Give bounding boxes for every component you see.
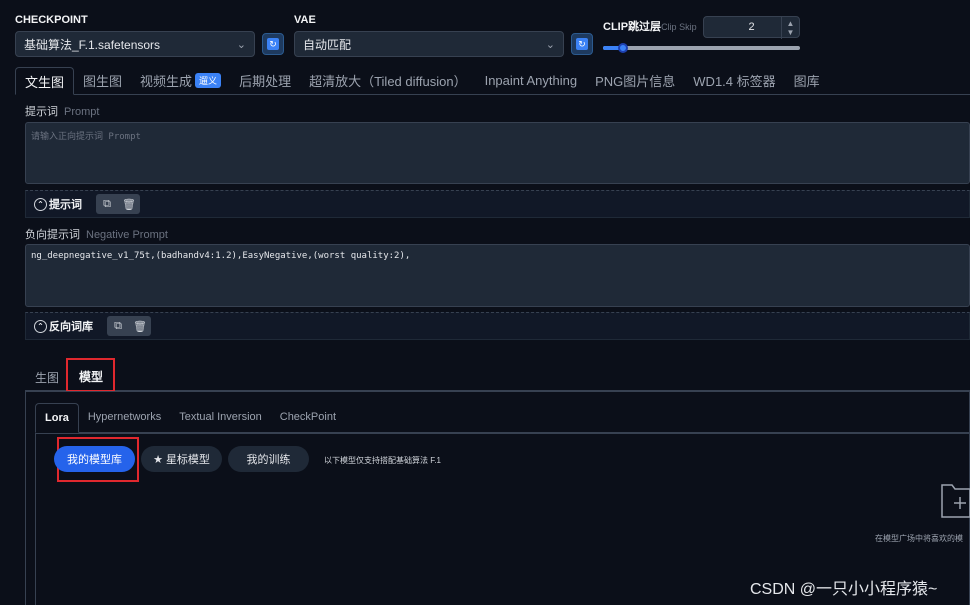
chevron-up-icon[interactable]: ▲ — [787, 19, 795, 28]
button-label: 星标模型 — [165, 454, 210, 466]
tab-textual-inversion[interactable]: Textual Inversion — [170, 402, 271, 432]
clip-skip-slider[interactable] — [603, 46, 800, 50]
clip-skip-label: CLIP跳过层 — [603, 21, 662, 33]
prompt-actions: ⧉ 🗑 — [96, 194, 140, 214]
copy-icon: ⧉ — [103, 197, 111, 210]
star-icon: ★ — [153, 453, 163, 466]
tab-checkpoint[interactable]: CheckPoint — [271, 402, 345, 432]
subtab-label: 生图 — [35, 370, 60, 385]
vae-select[interactable]: 自动匹配 ⌄ — [294, 31, 564, 57]
main-tabs: 文生图 图生图 视频生成 遛义 后期处理 超清放大（Tiled diffusion… — [15, 67, 970, 95]
tab-label: Lora — [45, 412, 69, 424]
folder-add-icon[interactable] — [940, 481, 970, 519]
tab-label: 文生图 — [25, 74, 65, 90]
prompt-placeholder: 请输入正向提示词 Prompt — [31, 132, 141, 142]
tab-gallery[interactable]: 图库 — [785, 66, 829, 94]
prompt-label-group: 提示词 Prompt — [25, 103, 99, 119]
stepper[interactable]: ▲ ▼ — [781, 17, 799, 39]
tab-label: CheckPoint — [279, 411, 337, 423]
tab-video[interactable]: 视频生成 遛义 — [131, 66, 230, 94]
button-label: 我的模型库 — [67, 454, 122, 466]
clip-skip-input[interactable]: 2 ▲ ▼ — [703, 16, 800, 39]
negative-label: 负向提示词 — [25, 229, 80, 241]
clip-skip-slider-handle[interactable] — [618, 43, 628, 53]
copy-button[interactable]: ⧉ — [107, 316, 129, 336]
tab-png-info[interactable]: PNG图片信息 — [586, 66, 684, 94]
vae-label: VAE — [294, 14, 316, 26]
chevron-up-icon: ⌃ — [34, 197, 47, 211]
starred-models-button[interactable]: ★ 星标模型 — [141, 446, 222, 472]
chevron-up-icon: ⌃ — [34, 319, 47, 333]
tab-postprocess[interactable]: 后期处理 — [230, 66, 300, 94]
tab-wd-tagger[interactable]: WD1.4 标签器 — [684, 66, 784, 94]
tab-label: Inpaint Anything — [484, 72, 578, 88]
prompt-input[interactable]: 请输入正向提示词 Prompt — [25, 122, 970, 184]
prompt-toggle-label: 提示词 — [49, 199, 82, 211]
refresh-icon: ↻ — [576, 38, 588, 50]
negative-prompt-input[interactable]: ng_deepnegative_v1_75t,(badhandv4:1.2),E… — [25, 244, 970, 307]
tab-badge: 遛义 — [195, 72, 222, 88]
subtab-generate[interactable]: 生图 — [26, 363, 68, 391]
clip-skip-sublabel: Clip Skip — [661, 22, 697, 32]
prompt-collapse-toggle[interactable]: ⌃ 提示词 — [34, 196, 82, 212]
chevron-down-icon: ⌄ — [236, 38, 246, 51]
tab-label: 后期处理 — [239, 73, 292, 89]
tab-label: WD1.4 标签器 — [693, 73, 776, 89]
tab-lora[interactable]: Lora — [35, 403, 79, 433]
trash-icon: 🗑 — [133, 320, 147, 333]
prompt-toolbar: ⌃ 提示词 ⧉ 🗑 — [25, 190, 970, 218]
copy-button[interactable]: ⧉ — [96, 194, 118, 214]
checkpoint-label: CHECKPOINT — [15, 14, 88, 26]
checkpoint-value: 基础算法_F.1.safetensors — [24, 37, 161, 52]
prompt-label: 提示词 — [25, 106, 58, 118]
refresh-icon: ↻ — [267, 38, 279, 50]
negative-label-group: 负向提示词 Negative Prompt — [25, 226, 168, 242]
checkpoint-refresh-button[interactable]: ↻ — [262, 33, 284, 55]
prompt-sublabel: Prompt — [64, 106, 100, 118]
chevron-down-icon[interactable]: ▼ — [787, 28, 795, 37]
sub-tabs — [25, 363, 970, 391]
negative-prompt-value: ng_deepnegative_v1_75t,(badhandv4:1.2),E… — [31, 251, 411, 261]
negative-collapse-toggle[interactable]: ⌃ 反向词库 — [34, 318, 93, 334]
tab-txt2img[interactable]: 文生图 — [15, 67, 75, 95]
tab-tiled-diffusion[interactable]: 超清放大（Tiled diffusion） — [300, 66, 476, 94]
checkpoint-select[interactable]: 基础算法_F.1.safetensors ⌄ — [15, 31, 255, 57]
tab-label: 图库 — [793, 73, 820, 89]
delete-button[interactable]: 🗑 — [118, 194, 140, 214]
tab-label: 图生图 — [83, 73, 123, 89]
button-label: 我的训练 — [246, 454, 291, 466]
empty-hint: 在模型广场中将喜欢的模 — [875, 534, 963, 543]
tab-label: PNG图片信息 — [595, 73, 676, 89]
negative-sublabel: Negative Prompt — [86, 229, 168, 241]
delete-button[interactable]: 🗑 — [129, 316, 151, 336]
tab-label: Textual Inversion — [179, 411, 262, 423]
tab-label: 视频生成 — [140, 73, 193, 89]
tab-img2img[interactable]: 图生图 — [74, 66, 131, 94]
negative-toolbar: ⌃ 反向词库 ⧉ 🗑 — [25, 312, 970, 340]
clip-skip-value: 2 — [748, 21, 755, 33]
tab-label: 超清放大（Tiled diffusion） — [309, 73, 467, 89]
vae-refresh-button[interactable]: ↻ — [571, 33, 593, 55]
subtab-model[interactable]: 模型 — [70, 362, 112, 390]
my-models-button[interactable]: 我的模型库 — [54, 446, 135, 472]
trash-icon: 🗑 — [122, 198, 136, 211]
negative-toggle-label: 反向词库 — [49, 321, 93, 333]
tab-hypernetworks[interactable]: Hypernetworks — [79, 402, 170, 432]
clip-skip-label-group: CLIP跳过层 Clip Skip — [603, 18, 697, 34]
chevron-down-icon: ⌄ — [545, 38, 555, 51]
negative-actions: ⧉ 🗑 — [107, 316, 151, 336]
tab-label: Hypernetworks — [87, 411, 162, 423]
tab-inpaint-anything[interactable]: Inpaint Anything — [476, 66, 587, 94]
vae-value: 自动匹配 — [303, 37, 352, 52]
filter-note: 以下模型仅支持搭配基础算法 F.1 — [324, 456, 441, 465]
model-type-tabs: Lora Hypernetworks Textual Inversion Che… — [35, 403, 970, 433]
my-training-button[interactable]: 我的训练 — [228, 446, 309, 472]
subtab-label: 模型 — [79, 369, 104, 384]
watermark: CSDN @一只小小程序猿~ — [750, 581, 938, 598]
copy-icon: ⧉ — [114, 319, 122, 332]
